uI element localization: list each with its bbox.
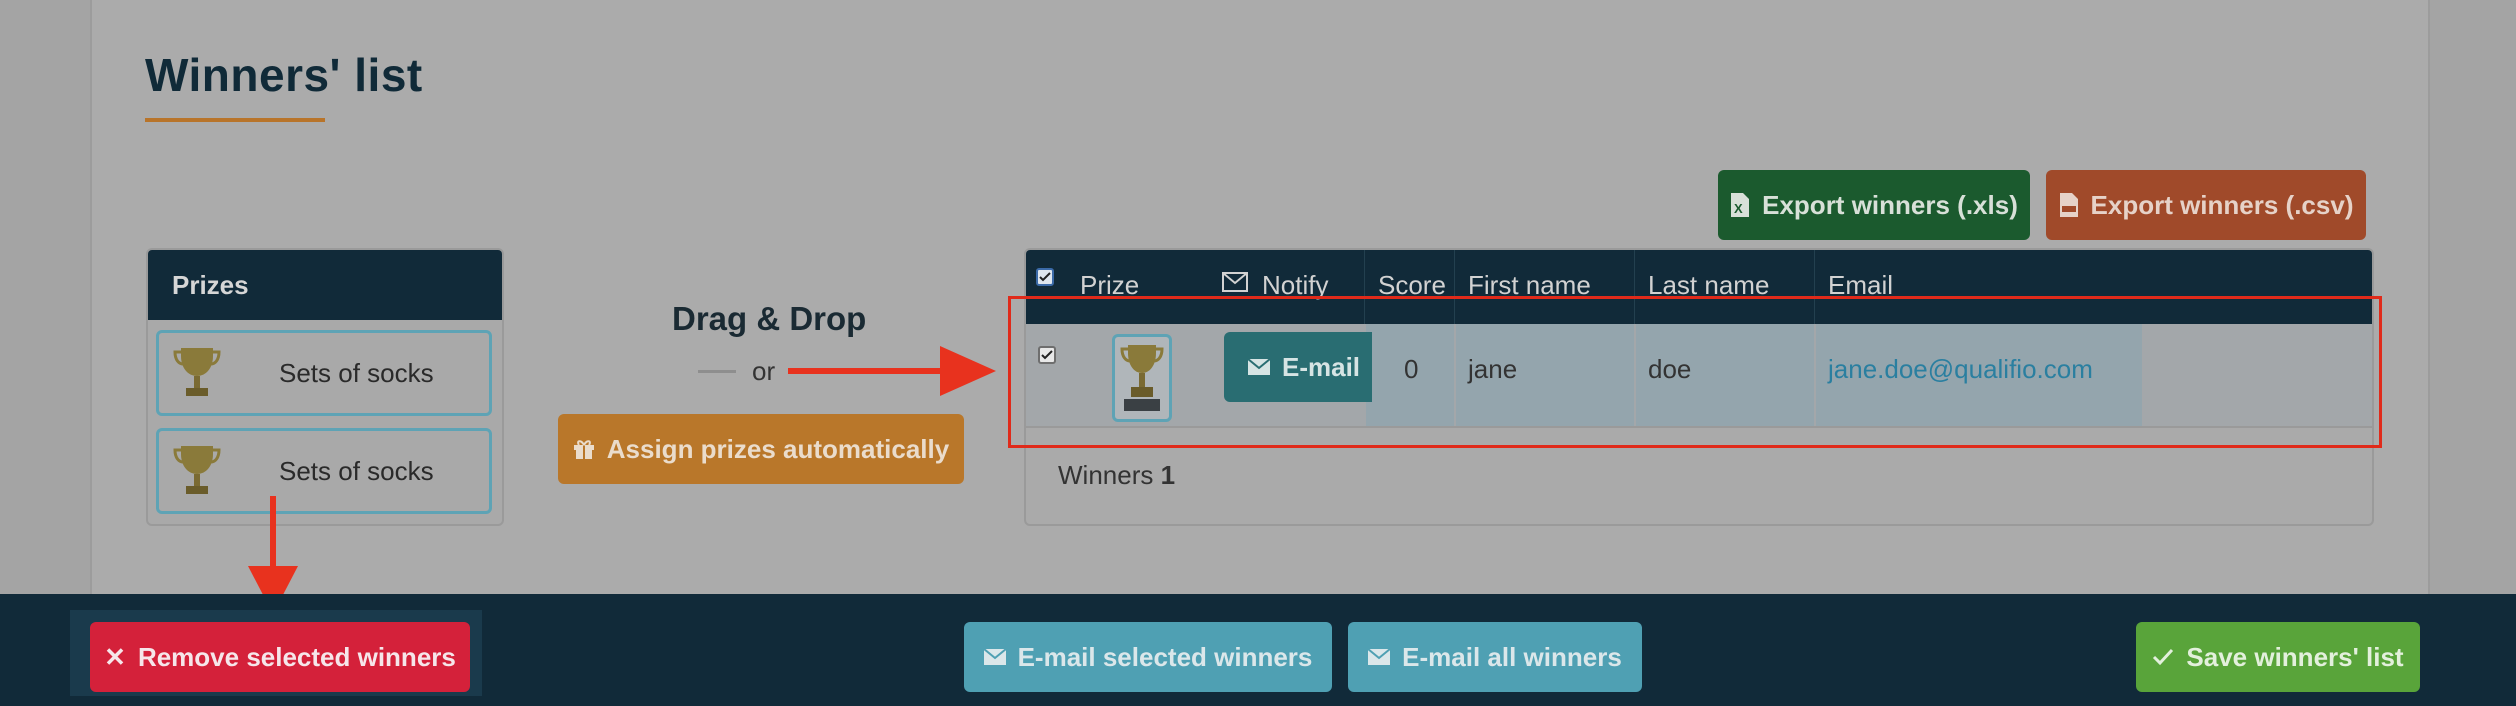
export-csv-label: Export winners (.csv)	[2090, 189, 2354, 220]
check-icon	[2153, 648, 2174, 666]
export-xls-label: Export winners (.xls)	[1762, 189, 2018, 220]
export-csv-button[interactable]: Export winners (.csv)	[2046, 170, 2366, 240]
winners-count: Winners 1	[1058, 460, 1176, 490]
select-all-checkbox[interactable]	[1036, 268, 1054, 286]
close-icon: ✕	[104, 641, 126, 672]
assign-prizes-label: Assign prizes automatically	[606, 433, 950, 464]
email-selected-winners-button[interactable]: E-mail selected winners	[964, 622, 1332, 692]
save-winners-label: Save winners' list	[2186, 641, 2404, 672]
prize-item[interactable]: Sets of socks	[156, 330, 492, 416]
csv-file-icon	[2059, 193, 2078, 217]
gift-icon	[573, 440, 594, 459]
prize-item[interactable]: Sets of socks	[156, 428, 492, 514]
divider	[698, 370, 736, 373]
svg-text:X: X	[1734, 201, 1743, 216]
prize-label: Sets of socks	[279, 357, 434, 388]
remove-selected-winners-button[interactable]: ✕ Remove selected winners	[90, 622, 470, 692]
prize-label: Sets of socks	[279, 455, 434, 486]
highlight-box	[1008, 296, 2382, 448]
assign-prizes-button[interactable]: Assign prizes automatically	[558, 414, 964, 484]
check-icon	[1039, 272, 1051, 282]
prizes-panel: Prizes Sets of socks Sets of socks	[146, 248, 504, 526]
trophy-icon	[173, 348, 221, 396]
export-xls-button[interactable]: X Export winners (.xls)	[1718, 170, 2030, 240]
title-underline	[145, 118, 325, 122]
email-all-winners-button[interactable]: E-mail all winners	[1348, 622, 1642, 692]
trophy-icon	[173, 446, 221, 494]
prizes-heading: Prizes	[148, 250, 502, 320]
page-gutter-right	[2428, 0, 2516, 594]
email-selected-label: E-mail selected winners	[1017, 641, 1313, 672]
save-winners-list-button[interactable]: Save winners' list	[2136, 622, 2420, 692]
or-label: or	[752, 356, 776, 386]
envelope-icon	[1222, 272, 1248, 292]
page-title: Winners' list	[145, 49, 423, 101]
page-gutter-left	[0, 0, 92, 594]
annotation-arrow	[788, 368, 946, 374]
envelope-icon	[983, 649, 1006, 665]
excel-file-icon: X	[1731, 193, 1750, 217]
remove-selected-label: Remove selected winners	[137, 641, 456, 672]
envelope-icon	[1368, 649, 1391, 665]
arrow-right-icon	[940, 346, 996, 396]
email-all-label: E-mail all winners	[1402, 641, 1622, 672]
drag-drop-title: Drag & Drop	[672, 300, 867, 337]
